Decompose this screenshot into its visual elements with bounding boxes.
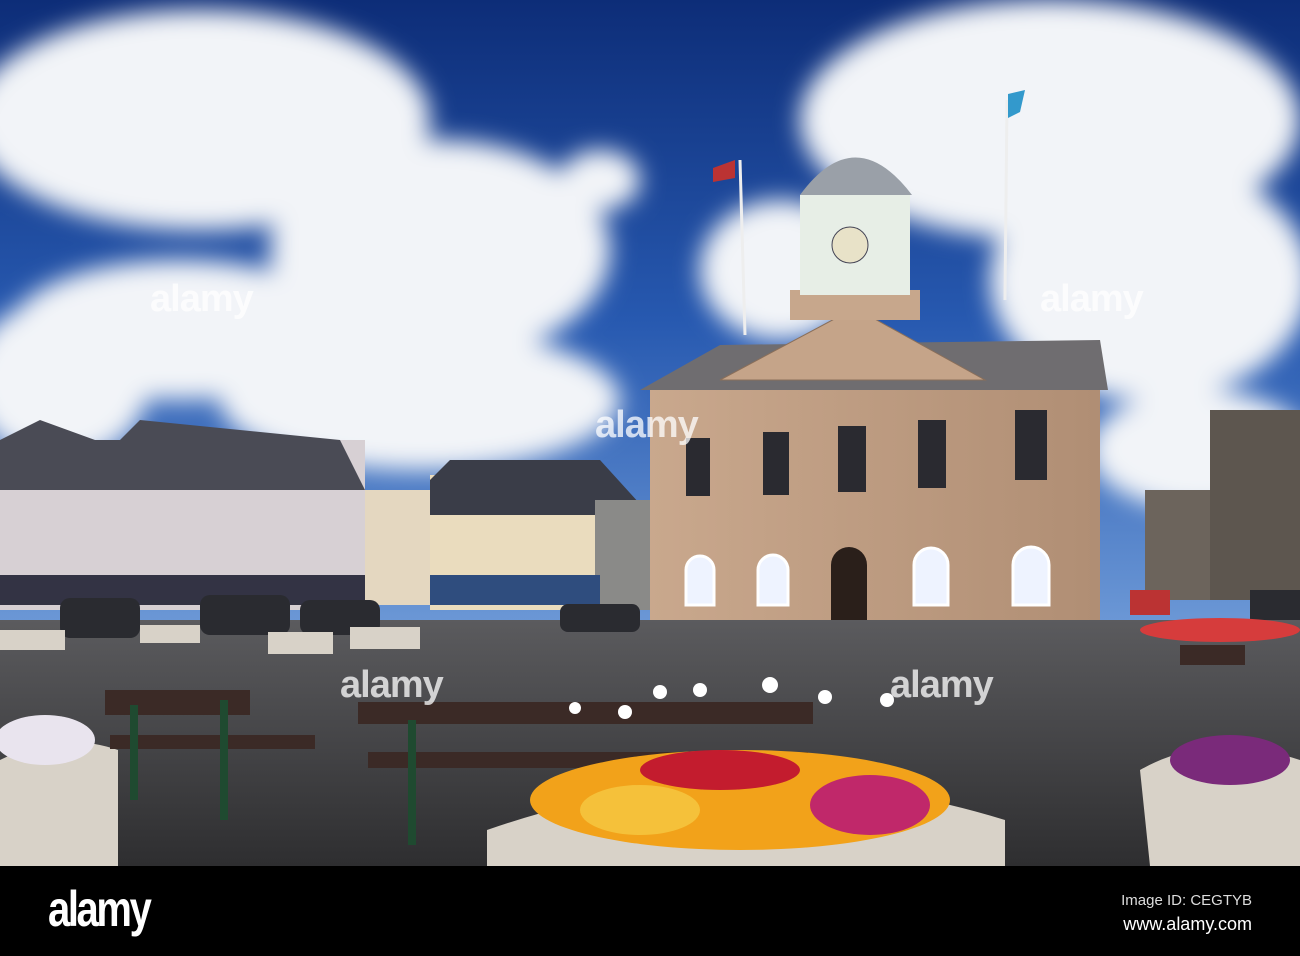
clock (831, 226, 869, 264)
watermark: alamy (150, 278, 254, 320)
watermark: alamy (340, 664, 444, 706)
alamy-logo: alamy (48, 881, 152, 937)
watermark: alamy (1040, 278, 1144, 320)
stock-photo-frame: alamy alamy alamy alamy alamy alamy Imag… (0, 0, 1300, 956)
watermark: alamy (890, 664, 994, 706)
footer-bar: alamy Image ID: CEGTYB www.alamy.com (0, 866, 1300, 956)
watermark: alamy (595, 404, 699, 446)
website-link[interactable]: www.alamy.com (1123, 914, 1252, 935)
image-id: Image ID: CEGTYB (1121, 892, 1252, 909)
